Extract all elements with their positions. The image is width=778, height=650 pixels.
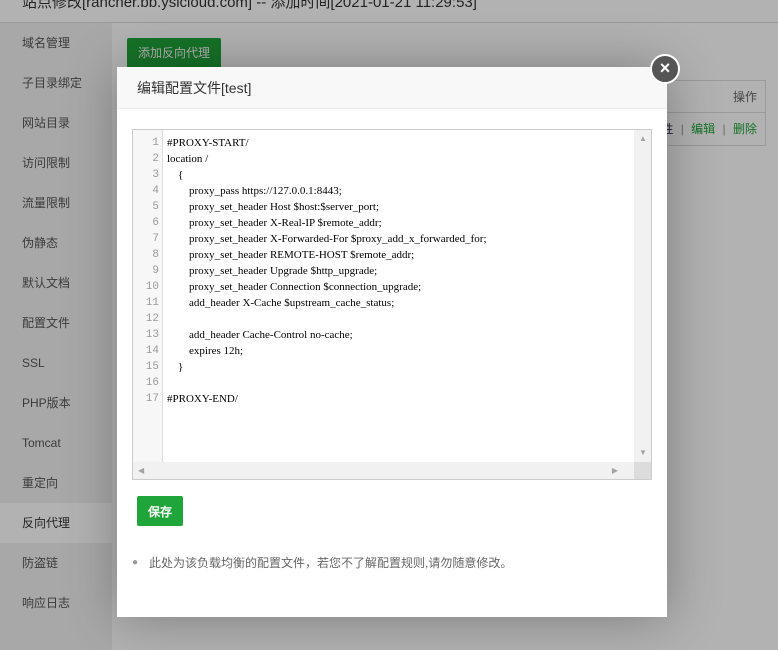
line-number: 11: [145, 297, 159, 309]
code-text-area[interactable]: #PROXY-START/location / { proxy_pass htt…: [163, 130, 634, 463]
line-number: 3: [152, 169, 159, 181]
code-line[interactable]: [163, 375, 634, 391]
line-number: 16: [145, 377, 159, 389]
code-line[interactable]: {: [163, 167, 634, 183]
dialog-title: 编辑配置文件[test]: [117, 67, 667, 109]
line-number: 9: [152, 265, 159, 277]
line-number: 8: [152, 249, 159, 261]
code-line[interactable]: expires 12h;: [163, 343, 634, 359]
tips-list: ● 此处为该负载均衡的配置文件，若您不了解配置规则,请勿随意修改。: [131, 555, 631, 571]
line-number: 1: [152, 137, 159, 149]
code-line[interactable]: add_header Cache-Control no-cache;: [163, 327, 634, 343]
vertical-scrollbar[interactable]: ▲ ▼: [634, 130, 651, 463]
scrollbar-corner: [634, 462, 651, 479]
scroll-left-arrow-icon[interactable]: ◀: [138, 467, 144, 475]
line-number: 13: [145, 329, 159, 341]
tip-text: 此处为该负载均衡的配置文件，若您不了解配置规则,请勿随意修改。: [149, 556, 513, 570]
code-line[interactable]: location /: [163, 151, 634, 167]
code-line[interactable]: proxy_set_header X-Forwarded-For $proxy_…: [163, 231, 634, 247]
code-line[interactable]: proxy_pass https://127.0.0.1:8443;: [163, 183, 634, 199]
code-line[interactable]: #PROXY-START/: [163, 135, 634, 151]
line-number: 12: [145, 313, 159, 325]
scroll-down-arrow-icon[interactable]: ▼: [639, 449, 647, 457]
code-editor[interactable]: 1 2 3 4 5 6 7 8 9 10 11 12 13 14 15 16 17 #PROXY-START/l…: [132, 129, 652, 480]
code-line[interactable]: [163, 311, 634, 327]
tip-item: ● 此处为该负载均衡的配置文件，若您不了解配置规则,请勿随意修改。: [131, 555, 631, 571]
close-icon[interactable]: ×: [650, 54, 680, 84]
code-line[interactable]: add_header X-Cache $upstream_cache_statu…: [163, 295, 634, 311]
line-number: 14: [145, 345, 159, 357]
scroll-up-arrow-icon[interactable]: ▲: [639, 135, 647, 143]
code-line[interactable]: proxy_set_header REMOTE-HOST $remote_add…: [163, 247, 634, 263]
line-number: 5: [152, 201, 159, 213]
line-number: 7: [152, 233, 159, 245]
horizontal-scrollbar[interactable]: ◀ ▶: [133, 462, 634, 479]
code-line[interactable]: proxy_set_header X-Real-IP $remote_addr;: [163, 215, 634, 231]
edit-config-dialog: 编辑配置文件[test] 1 2 3 4 5 6 7 8 9 10 11 12 13 14 15 16 17 #…: [117, 67, 667, 617]
line-number-gutter: 1 2 3 4 5 6 7 8 9 10 11 12 13 14 15 16 17: [133, 130, 163, 463]
code-line[interactable]: proxy_set_header Host $host:$server_port…: [163, 199, 634, 215]
line-number: 4: [152, 185, 159, 197]
line-number: 6: [152, 217, 159, 229]
code-line[interactable]: }: [163, 359, 634, 375]
code-line[interactable]: proxy_set_header Upgrade $http_upgrade;: [163, 263, 634, 279]
line-number: 17: [145, 393, 159, 405]
code-line[interactable]: proxy_set_header Connection $connection_…: [163, 279, 634, 295]
line-number: 15: [145, 361, 159, 373]
line-number: 2: [152, 153, 159, 165]
save-button[interactable]: 保存: [137, 496, 183, 526]
bullet-icon: ●: [132, 557, 139, 568]
line-number: 10: [145, 281, 159, 293]
code-line[interactable]: #PROXY-END/: [163, 391, 634, 407]
scroll-right-arrow-icon[interactable]: ▶: [612, 467, 618, 475]
